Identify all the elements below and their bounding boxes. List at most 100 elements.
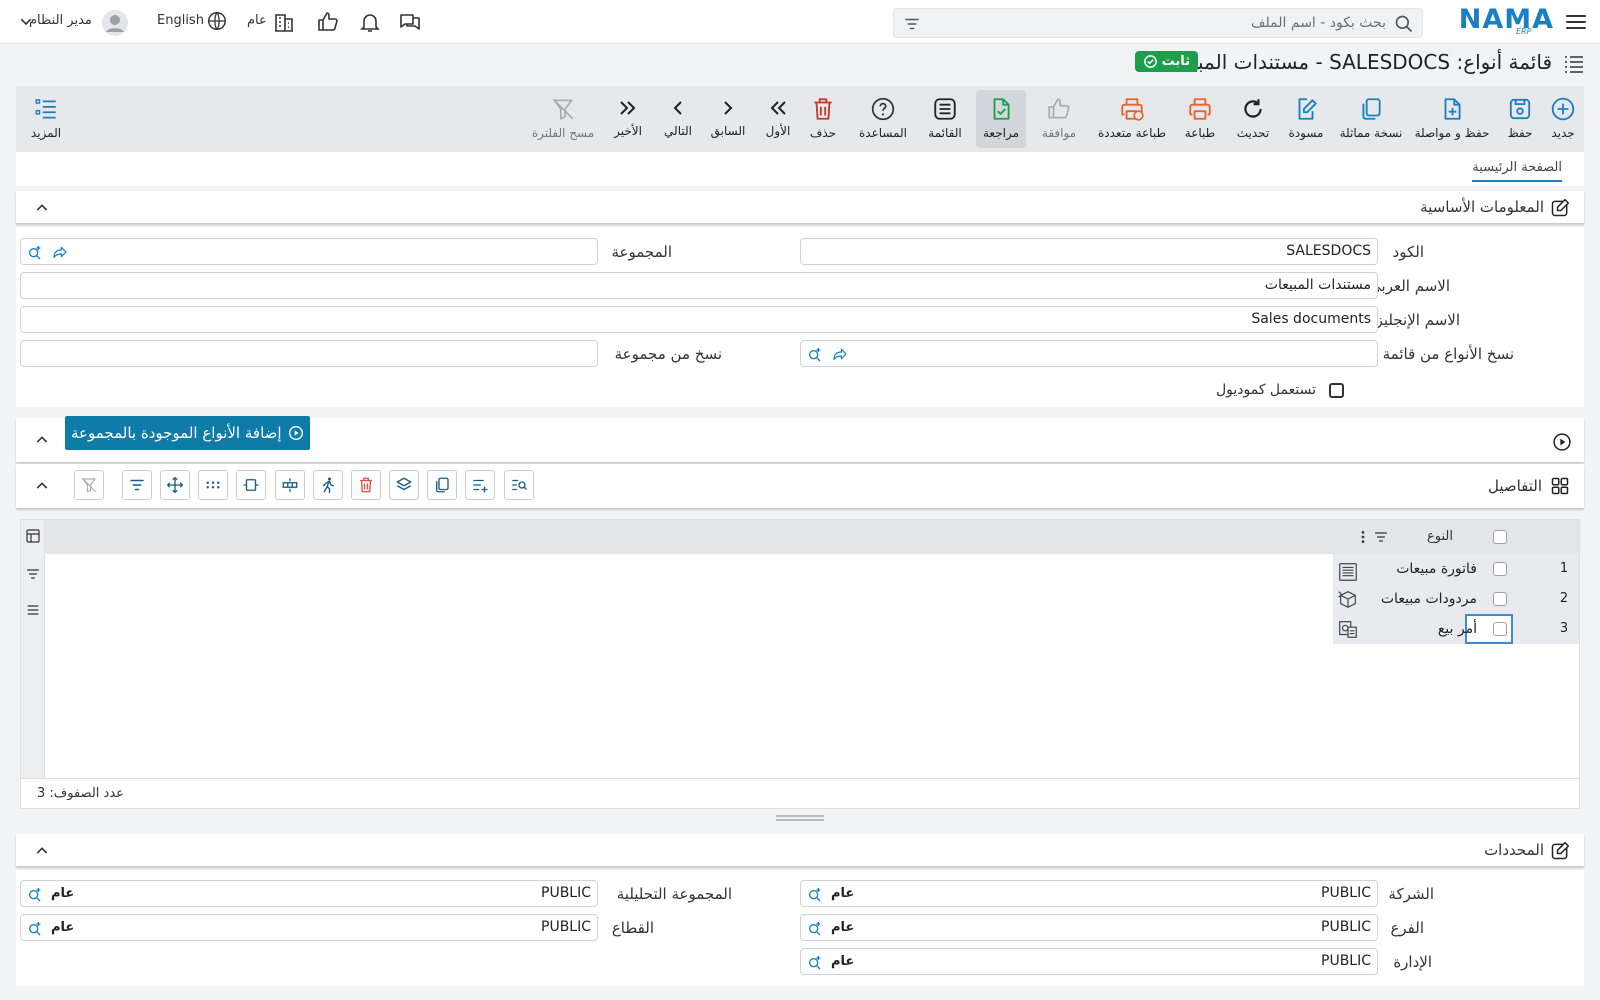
table-row[interactable]: 2 مردودات مبيعات [1333,584,1579,614]
print-button[interactable]: طباعة [1180,90,1220,148]
search-input[interactable]: بحث بكود - اسم الملف [893,8,1423,38]
row-checkbox[interactable] [1493,622,1507,636]
type-cell[interactable]: أمر بيع [1333,614,1549,644]
approve-button[interactable]: موافقة [1034,90,1084,148]
printer-icon [1187,96,1213,122]
company-label[interactable]: عام [247,13,267,28]
next-button[interactable]: التالي [658,90,698,148]
help-button[interactable]: المساعدة [850,90,916,148]
select-all-checkbox[interactable] [1493,530,1507,544]
table-settings-icon[interactable] [25,528,41,544]
sector-label: القطاع [611,919,654,937]
new-button[interactable]: جديد [1544,90,1582,148]
table-row[interactable]: 3 أمر بيع [1333,614,1579,644]
search-plus-icon[interactable] [807,954,823,970]
review-button[interactable]: مراجعة [976,90,1026,148]
chat-icon[interactable] [398,10,422,34]
add-group-types-button[interactable]: إضافة الأنواع الموجودة بالمجموعة [65,416,310,450]
type-cell[interactable]: فاتورة مبيعات [1333,554,1549,584]
use-comodule-checkbox[interactable] [1329,383,1344,398]
basic-info-header[interactable]: المعلومات الأساسية [16,191,1584,223]
search-plus-icon[interactable] [807,346,823,362]
dots-icon[interactable] [198,470,228,500]
search-placeholder: بحث بكود - اسم الملف [1251,15,1386,31]
copy-row-icon[interactable] [427,470,457,500]
row-checkbox[interactable] [1493,562,1507,576]
group-field[interactable] [20,238,598,265]
logo[interactable]: NAMA ERP [1459,4,1554,38]
filter-icon[interactable] [25,566,41,582]
multi-print-button[interactable]: طباعة متعددة [1092,90,1172,148]
save-button[interactable]: حفظ [1500,90,1540,148]
english-name-field[interactable]: Sales documents [20,306,1378,333]
double-chevron-left-icon [766,96,790,120]
dimensions-header[interactable]: المحددات [16,834,1584,866]
previous-button[interactable]: السابق [706,90,750,148]
user-name[interactable]: مدير النظام [29,13,92,28]
chevron-down-icon[interactable] [10,14,34,38]
department-field[interactable]: عام PUBLIC [800,948,1378,975]
more-button[interactable]: المزيد [24,90,68,148]
draft-button[interactable]: مسودة [1284,90,1328,148]
add-row-icon[interactable] [465,470,495,500]
fit-columns-icon[interactable] [236,470,266,500]
copy-from-list-field[interactable] [800,340,1378,367]
sector-field[interactable]: عام PUBLIC [20,914,598,941]
column-type-header[interactable]: النوع [1427,529,1453,544]
type-cell[interactable]: مردودات مبيعات [1333,584,1549,614]
list-button[interactable]: القائمة [922,90,968,148]
filter-icon[interactable] [902,15,922,33]
chevron-up-icon[interactable] [34,200,50,216]
column-menu-icon[interactable] [1359,529,1367,545]
copy-from-group-field[interactable] [20,340,598,367]
save-continue-button[interactable]: حفظ و مواصلة [1412,90,1492,148]
columns-menu-icon[interactable] [25,602,41,618]
chevron-up-icon[interactable] [34,478,50,494]
chevron-up-icon[interactable] [34,432,50,448]
search-plus-icon[interactable] [807,920,823,936]
search-list-icon[interactable] [504,470,534,500]
share-arrow-icon[interactable] [51,244,69,260]
avatar[interactable] [102,10,128,36]
language-switch[interactable]: English [157,13,204,28]
first-button[interactable]: الأول [760,90,796,148]
row-type-name: مردودات مبيعات [1380,591,1477,607]
arabic-name-field[interactable]: مستندات المبيعات [20,272,1378,299]
table-row[interactable]: 1 فاتورة مبيعات [1333,554,1579,584]
filter-off-icon[interactable] [74,470,104,500]
search-plus-icon[interactable] [807,886,823,902]
delete-label: حذف [809,126,837,140]
duplicate-button[interactable]: نسخة مماثلة [1336,90,1406,148]
refresh-button[interactable]: تحديث [1232,90,1274,148]
column-filter-icon[interactable] [1373,529,1389,545]
company-building-icon[interactable] [272,10,296,34]
menu-icon[interactable] [1564,10,1588,34]
thumbs-up-icon[interactable] [316,10,340,34]
move-icon[interactable] [160,470,190,500]
run-icon[interactable] [313,470,343,500]
resize-handle[interactable] [776,815,824,821]
delete-button[interactable]: حذف [806,90,840,148]
layers-icon[interactable] [389,470,419,500]
globe-icon[interactable] [204,10,228,34]
search-plus-icon[interactable] [27,886,43,902]
code-field[interactable]: SALESDOCS [800,238,1378,265]
grid-header: النوع [45,520,1579,554]
analytic-group-field[interactable]: عام PUBLIC [20,880,598,907]
grid-sidebar [21,520,45,780]
tab-main[interactable]: الصفحة الرئيسية [1472,160,1562,182]
trash-icon[interactable] [351,470,381,500]
play-circle-icon[interactable] [1552,432,1572,452]
share-arrow-icon[interactable] [831,346,849,362]
insert-row-icon[interactable] [275,470,305,500]
bell-icon[interactable] [358,10,382,34]
company-field[interactable]: عام PUBLIC [800,880,1378,907]
branch-field[interactable]: عام PUBLIC [800,914,1378,941]
search-plus-icon[interactable] [27,920,43,936]
search-plus-icon[interactable] [27,244,43,260]
clear-filter-button[interactable]: مسح الفلترة [528,90,598,148]
row-checkbox[interactable] [1493,592,1507,606]
chevron-up-icon[interactable] [34,843,50,859]
last-button[interactable]: الأخير [608,90,648,148]
filter-icon[interactable] [122,470,152,500]
